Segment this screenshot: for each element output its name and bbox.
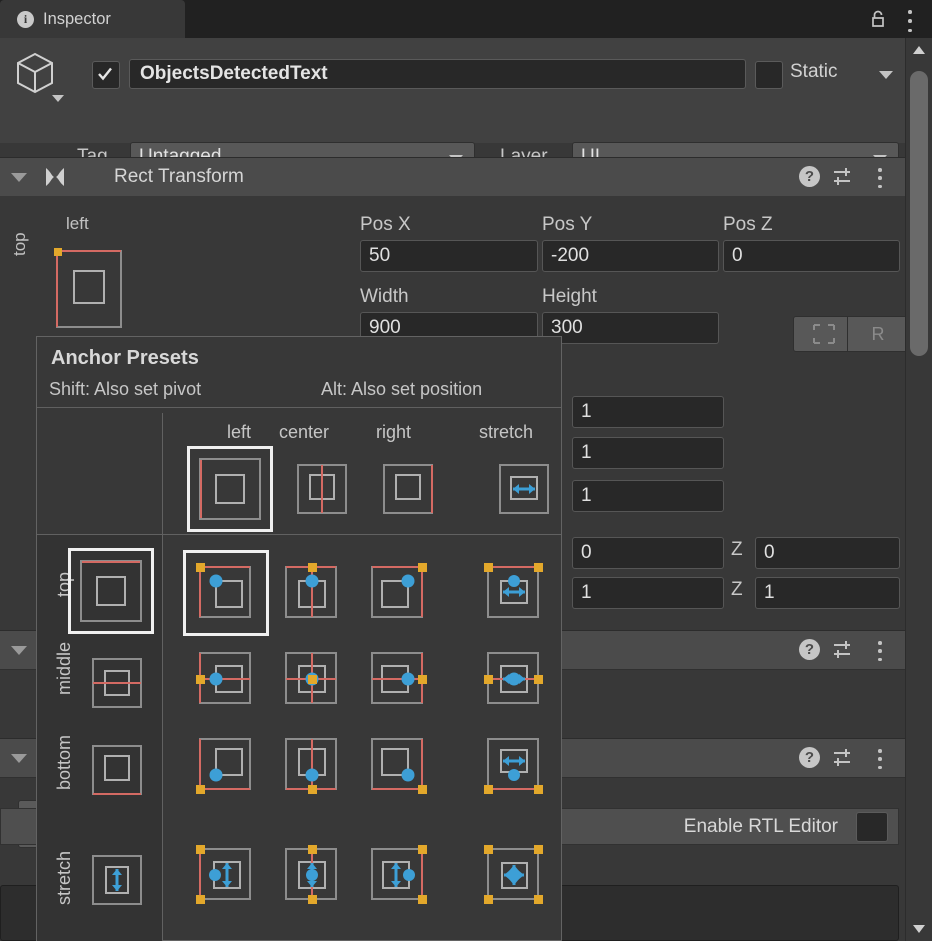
- foldout-arrow-icon[interactable]: [11, 646, 27, 655]
- anchor-cell-bottom-stretch[interactable]: [476, 727, 552, 803]
- hidden-field-row-b-z-value[interactable]: 1: [755, 577, 900, 609]
- pos-z-label: Pos Z: [723, 214, 773, 235]
- tab-bar: i Inspector: [0, 0, 932, 38]
- row-label-stretch: stretch: [54, 850, 74, 905]
- enable-rtl-editor-label: Enable RTL Editor: [683, 815, 838, 837]
- anchor-row-cell-top[interactable]: [73, 553, 149, 629]
- preset-sliders-icon[interactable]: [832, 748, 854, 768]
- anchor-presets-title: Anchor Presets: [51, 347, 199, 369]
- anchor-cell-stretch-stretch[interactable]: [476, 837, 552, 913]
- anchor-cell-top-right[interactable]: [360, 555, 436, 631]
- gameobject-name-input[interactable]: ObjectsDetectedText: [129, 59, 746, 89]
- anchor-cell-bottom-center[interactable]: [274, 727, 350, 803]
- vertical-scrollbar[interactable]: [905, 38, 932, 941]
- unlocked-padlock-icon[interactable]: [868, 9, 888, 29]
- column-label-right: right: [376, 422, 412, 442]
- hidden-field-2[interactable]: 1: [572, 437, 724, 469]
- gameobject-cube-icon: [12, 50, 58, 96]
- kebab-menu-icon[interactable]: [872, 748, 888, 770]
- anchor-cell-middle-left[interactable]: [188, 641, 264, 717]
- enable-rtl-editor-checkbox[interactable]: [856, 811, 888, 842]
- anchor-row-cell-middle[interactable]: [79, 645, 155, 721]
- anchor-header-cell-left[interactable]: [192, 451, 268, 527]
- raw-edit-mode-button[interactable]: R: [847, 316, 909, 352]
- component-header-rect-transform[interactable]: Rect Transform ?: [0, 157, 906, 197]
- static-dropdown-icon[interactable]: [879, 71, 893, 79]
- row-label-bottom: bottom: [54, 734, 74, 790]
- scroll-down-arrow-icon[interactable]: [913, 925, 925, 933]
- help-icon[interactable]: ?: [799, 747, 820, 768]
- pos-y-input[interactable]: -200: [542, 240, 719, 272]
- anchor-cell-stretch-center[interactable]: [274, 837, 350, 913]
- anchor-header-cell-center[interactable]: [284, 451, 360, 527]
- inspector-window: i Inspector ObjectsDetectedText Static R…: [0, 0, 932, 941]
- scrollbar-thumb[interactable]: [910, 71, 928, 356]
- pos-y-label: Pos Y: [542, 214, 593, 235]
- rect-transform-icon: [42, 167, 68, 189]
- column-label-stretch: stretch: [479, 422, 534, 442]
- anchor-cell-bottom-left[interactable]: [188, 727, 264, 803]
- anchor-presets-row-header: top middle bottom stretch: [37, 535, 163, 941]
- pos-z-input[interactable]: 0: [723, 240, 900, 272]
- help-icon[interactable]: ?: [799, 166, 820, 187]
- hidden-field-row-b-value[interactable]: 1: [572, 577, 724, 609]
- anchor-cell-stretch-right[interactable]: [360, 837, 436, 913]
- preset-sliders-icon[interactable]: [832, 640, 854, 660]
- hidden-field-row-b-z-label: Z: [731, 579, 743, 600]
- blueprint-mode-button[interactable]: [793, 316, 855, 352]
- anchor-cell-bottom-right[interactable]: [360, 727, 436, 803]
- row-label-middle: middle: [54, 641, 74, 695]
- hidden-field-3[interactable]: 1: [572, 480, 724, 512]
- anchor-preset-preview-button[interactable]: [54, 248, 122, 328]
- anchor-presets-popup[interactable]: Anchor Presets Shift: Also set pivot Alt…: [36, 336, 562, 941]
- height-input[interactable]: 300: [542, 312, 719, 344]
- kebab-menu-icon[interactable]: [900, 8, 920, 34]
- tab-label: Inspector: [43, 9, 111, 28]
- anchor-presets-hint-alt: Alt: Also set position: [321, 379, 483, 399]
- kebab-menu-icon[interactable]: [872, 640, 888, 662]
- anchor-presets-hint-shift: Shift: Also set pivot: [49, 379, 202, 399]
- anchor-row-cell-bottom[interactable]: [79, 732, 155, 808]
- anchor-preview-label-vertical: top: [10, 232, 29, 256]
- kebab-menu-icon[interactable]: [872, 167, 888, 189]
- anchor-cell-middle-right[interactable]: [360, 641, 436, 717]
- anchor-preview-label-horizontal: left: [66, 214, 89, 233]
- gameobject-enabled-checkbox[interactable]: [92, 61, 120, 89]
- height-label: Height: [542, 286, 597, 307]
- scroll-up-arrow-icon[interactable]: [913, 46, 925, 54]
- column-label-left: left: [227, 422, 252, 442]
- anchor-cell-middle-stretch[interactable]: [476, 641, 552, 717]
- anchor-cell-middle-center[interactable]: [274, 641, 350, 717]
- hidden-field-row-a-value[interactable]: 0: [572, 537, 724, 569]
- static-label: Static: [790, 61, 838, 82]
- divider: [162, 413, 163, 535]
- pos-x-input[interactable]: 50: [360, 240, 538, 272]
- foldout-arrow-icon[interactable]: [11, 754, 27, 763]
- anchor-cell-top-left[interactable]: [188, 555, 264, 631]
- anchor-cell-top-center[interactable]: [274, 555, 350, 631]
- preset-sliders-icon[interactable]: [832, 167, 854, 187]
- anchor-presets-header: Anchor Presets Shift: Also set pivot Alt…: [37, 337, 561, 408]
- object-header: ObjectsDetectedText Static Tag Untagged …: [0, 38, 906, 172]
- help-icon[interactable]: ?: [799, 639, 820, 660]
- anchor-header-cell-right[interactable]: [370, 451, 446, 527]
- prefab-dropdown-icon[interactable]: [52, 95, 64, 102]
- anchor-presets-column-header: left center right stretch: [37, 413, 561, 535]
- pos-x-label: Pos X: [360, 214, 411, 235]
- width-label: Width: [360, 286, 409, 307]
- anchor-header-cell-stretch[interactable]: [486, 451, 562, 527]
- static-checkbox[interactable]: [755, 61, 783, 89]
- column-label-center: center: [279, 422, 330, 442]
- anchor-cell-stretch-left[interactable]: [188, 837, 264, 913]
- tab-inspector[interactable]: i Inspector: [0, 0, 185, 38]
- foldout-arrow-icon[interactable]: [11, 173, 27, 182]
- rect-transform-body: left top Pos X Pos Y Pos Z 50 -200 0 Wid…: [0, 196, 909, 356]
- anchor-cell-top-stretch[interactable]: [476, 555, 552, 631]
- anchor-row-cell-stretch[interactable]: [79, 842, 155, 918]
- hidden-field-row-a-z-label: Z: [731, 539, 743, 560]
- hidden-field-row-a-z-value[interactable]: 0: [755, 537, 900, 569]
- info-icon: i: [17, 10, 34, 28]
- hidden-field-1[interactable]: 1: [572, 396, 724, 428]
- component-title: Rect Transform: [114, 166, 244, 187]
